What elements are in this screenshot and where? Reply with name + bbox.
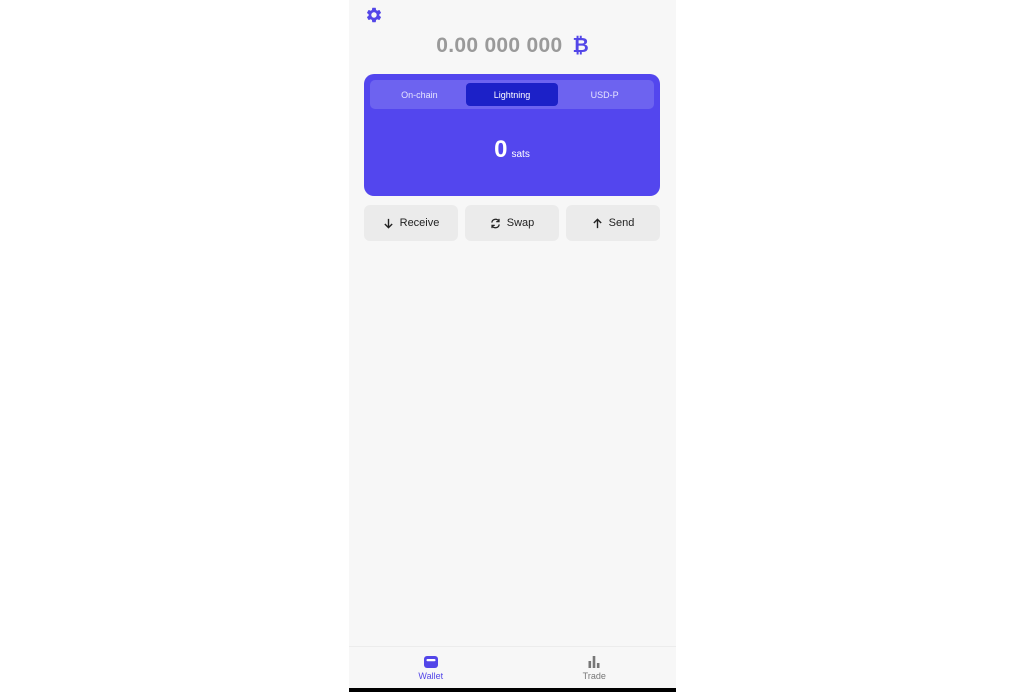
nav-trade-label: Trade: [582, 670, 606, 681]
swap-label: Swap: [506, 217, 535, 229]
send-label: Send: [608, 217, 635, 229]
wallet-icon: [423, 655, 438, 668]
arrow-down-icon: [383, 218, 393, 229]
system-navigation-bar: [349, 688, 676, 692]
nav-item-wallet[interactable]: Wallet: [349, 647, 513, 688]
tab-on-chain[interactable]: On-chain: [373, 83, 466, 106]
wallet-tabs: On-chain Lightning USD-P: [370, 80, 654, 109]
send-button[interactable]: Send: [566, 205, 660, 241]
wallet-balance: 0 sats: [364, 136, 660, 164]
wallet-card: On-chain Lightning USD-P 0 sats: [364, 74, 660, 196]
sats-amount: 0: [494, 136, 508, 163]
receive-label: Receive: [399, 217, 440, 229]
balance-amount: 0.00 000 000: [436, 34, 563, 57]
gear-icon: [366, 7, 382, 23]
receive-button[interactable]: Receive: [364, 205, 458, 241]
phone-screen: 0.00 000 000 ₿ On-chain Lightning USD-P …: [349, 0, 676, 692]
total-balance: 0.00 000 000 ₿: [349, 34, 676, 58]
tab-lightning[interactable]: Lightning: [465, 83, 559, 106]
tab-usd-p[interactable]: USD-P: [558, 83, 651, 106]
action-buttons: Receive Swap Send: [364, 205, 660, 241]
arrow-up-icon: [592, 217, 602, 228]
nav-wallet-label: Wallet: [418, 670, 444, 681]
swap-button[interactable]: Swap: [465, 205, 559, 241]
bar-chart-icon: [588, 655, 600, 668]
bitcoin-icon: ₿: [572, 34, 589, 57]
nav-item-trade[interactable]: Trade: [513, 647, 677, 688]
settings-button[interactable]: [365, 6, 383, 24]
sats-unit: sats: [511, 149, 530, 160]
bottom-navigation: Wallet Trade: [349, 646, 676, 688]
swap-icon: [490, 218, 500, 228]
